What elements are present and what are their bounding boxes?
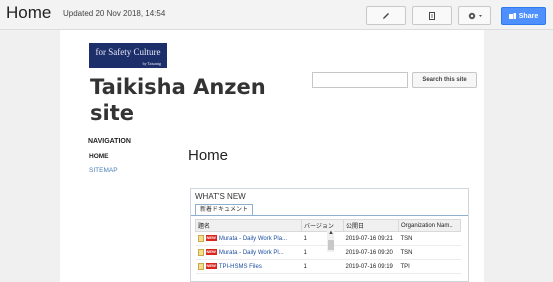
document-icon xyxy=(197,248,204,256)
document-icon xyxy=(197,234,204,242)
share-icon xyxy=(508,13,516,19)
version-cell: 1 xyxy=(301,245,344,260)
new-badge: NEW xyxy=(205,263,217,270)
date-cell: 2019-07-16 09:19 xyxy=(343,259,399,274)
document-icon xyxy=(197,262,204,270)
new-badge: NEW xyxy=(205,235,217,242)
top-bar: Home Updated 20 Nov 2018, 14:54 Share xyxy=(0,0,553,30)
updated-timestamp: Updated 20 Nov 2018, 14:54 xyxy=(63,9,166,18)
search-button[interactable]: Search this site xyxy=(412,72,477,88)
navigation-heading: NAVIGATION xyxy=(88,138,131,145)
table-row: NEW TPI-HSMS Files 1 2019-07-16 09:19 TPI xyxy=(195,259,461,274)
organization-cell: TPI xyxy=(398,259,461,274)
document-link[interactable]: TPI-HSMS Files xyxy=(219,264,262,270)
organization-cell: TSN xyxy=(398,231,461,246)
nav-item-sitemap[interactable]: SITEMAP xyxy=(89,167,118,174)
document-link[interactable]: Murata - Daily Work Pl... xyxy=(219,250,284,256)
logo-text: for Safety Culture xyxy=(95,47,161,57)
new-badge: NEW xyxy=(205,249,217,256)
organization-cell: TSN xyxy=(398,245,461,260)
page-title-bar: Home xyxy=(6,3,52,22)
column-header-date[interactable]: 公開日 xyxy=(343,219,399,232)
scroll-thumb[interactable] xyxy=(328,240,334,250)
share-label: Share xyxy=(518,12,539,20)
tab-new-documents[interactable]: 新着ドキュメント xyxy=(195,204,254,215)
new-page-button[interactable] xyxy=(412,6,452,25)
document-link[interactable]: Murata - Daily Work Pla... xyxy=(219,236,287,242)
logo-subtext: by Taisanig xyxy=(142,61,161,66)
site-logo[interactable]: for Safety Culture by Taisanig xyxy=(89,43,167,68)
version-cell: 1 xyxy=(301,259,344,274)
version-cell: 1 xyxy=(301,231,344,246)
settings-button[interactable] xyxy=(458,6,491,25)
page-heading: Home xyxy=(188,147,229,164)
column-header-version[interactable]: バージョン xyxy=(301,219,344,232)
site-page: for Safety Culture by Taisanig Taikisha … xyxy=(60,30,484,282)
column-header-name[interactable]: 題名 xyxy=(195,219,302,232)
tab-divider xyxy=(191,215,468,216)
nav-item-home[interactable]: HOME xyxy=(89,153,109,160)
column-header-organization[interactable]: Organization Nam.. xyxy=(398,219,461,232)
pencil-icon xyxy=(383,12,389,19)
site-title[interactable]: Taikisha Anzen site xyxy=(90,74,290,126)
edit-button[interactable] xyxy=(366,6,406,25)
chevron-up-icon[interactable]: ▲ xyxy=(328,230,334,236)
gear-icon xyxy=(468,12,482,19)
search-input[interactable] xyxy=(312,72,408,88)
whats-new-title: WHAT'S NEW xyxy=(195,192,246,201)
share-button[interactable]: Share xyxy=(501,7,546,25)
date-cell: 2019-07-16 09:20 xyxy=(343,245,399,260)
new-page-icon xyxy=(429,11,435,20)
date-cell: 2019-07-16 09:21 xyxy=(343,231,399,246)
